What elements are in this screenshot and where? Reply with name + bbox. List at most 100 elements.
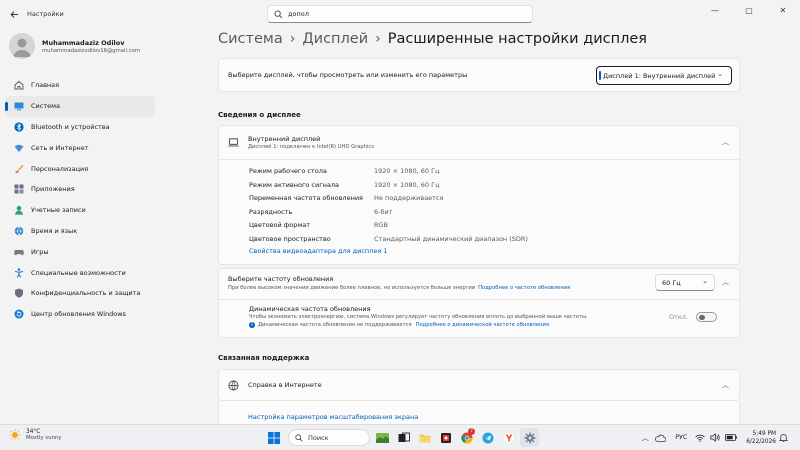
spec-value: 1920 × 1080, 60 Гц <box>374 167 440 175</box>
sidebar-item-label: Сеть и Интернет <box>31 143 89 152</box>
breadcrumb-display[interactable]: Дисплей <box>302 31 368 47</box>
back-button[interactable] <box>3 3 25 25</box>
settings-search[interactable] <box>267 5 533 23</box>
sidebar-item-network[interactable]: Сеть и Интернет <box>5 137 155 158</box>
sidebar-item-gaming[interactable]: Игры <box>5 241 155 262</box>
sidebar-item-label: Время и язык <box>31 226 78 235</box>
battery-button[interactable] <box>723 428 738 447</box>
section-title-display-info: Сведения о дисплее <box>218 111 301 119</box>
start-button[interactable] <box>264 428 283 447</box>
refresh-rate-dropdown[interactable]: 60 Гц ⌄ <box>655 274 715 291</box>
system-icon <box>14 101 24 111</box>
display-select-label: Выберите дисплей, чтобы просмотреть или … <box>228 71 468 79</box>
display-info-header[interactable]: Внутренний дисплей Дисплей 1: подключен … <box>219 126 739 160</box>
gamepad-icon <box>14 247 24 257</box>
language-indicator[interactable]: РУС <box>675 434 687 441</box>
maximize-button[interactable]: ▢ <box>732 0 766 20</box>
spec-row: Режим активного сигнала 1920 × 1080, 60 Г… <box>249 181 440 189</box>
store-icon <box>440 432 451 443</box>
sidebar-item-label: Центр обновления Windows <box>31 310 126 319</box>
spec-value: 6-бит <box>374 208 393 216</box>
telegram-icon <box>482 432 493 443</box>
sidebar-item-label: Учетные записи <box>31 206 86 215</box>
breadcrumb-system[interactable]: Система <box>218 31 283 47</box>
sidebar-item-time-language[interactable]: Время и язык <box>5 221 155 242</box>
accessibility-icon <box>14 267 24 278</box>
info-icon: i <box>249 322 255 328</box>
cloud-icon <box>654 434 666 442</box>
clock-date: 6/22/2026 <box>746 438 776 445</box>
sidebar-item-label: Игры <box>31 247 49 256</box>
display-connection: Дисплей 1: подключен к Intel(R) UHD Grap… <box>248 144 374 150</box>
weather-widget[interactable]: 34°C Mostly sunny <box>9 429 62 441</box>
sidebar-item-bluetooth[interactable]: Bluetooth и устройства <box>5 117 155 138</box>
taskbar-search[interactable]: Поиск <box>288 429 370 446</box>
dynamic-refresh-toggle[interactable] <box>696 312 717 322</box>
close-button[interactable]: ✕ <box>766 0 800 20</box>
laptop-icon <box>228 138 239 147</box>
minimize-button[interactable]: — <box>698 0 732 20</box>
taskbar-search-label: Поиск <box>308 433 329 442</box>
task-view-icon <box>398 432 410 442</box>
notifications-button[interactable] <box>776 428 790 447</box>
scaling-settings-link[interactable]: Настройка параметров масштабирования экр… <box>248 413 418 421</box>
store-button[interactable] <box>436 428 455 447</box>
battery-icon <box>724 434 737 441</box>
user-email: muhammadazizodilov16@gmail.com <box>42 47 140 54</box>
sidebar-item-personalization[interactable]: Персонализация <box>5 158 155 179</box>
user-profile[interactable]: Muhammadaziz Odilov muhammadazizodilov16… <box>9 33 140 59</box>
toggle-state-label: Откл. <box>668 313 688 321</box>
spec-key: Режим рабочего стола <box>249 167 327 175</box>
search-icon <box>295 433 303 442</box>
speaker-icon <box>710 433 720 442</box>
spec-row: Переменная частота обновления Не поддержи… <box>249 194 443 202</box>
task-view-button[interactable] <box>394 428 413 447</box>
landscape-icon <box>376 432 389 443</box>
bell-icon <box>778 434 788 442</box>
breadcrumb: Система › Дисплей › Расширенные настройк… <box>218 31 647 47</box>
help-online-card[interactable]: Справка в Интернете ︿ <box>218 369 740 401</box>
dynamic-refresh-learn-more-link[interactable]: Подробнее о динамической частоте обновле… <box>416 322 549 328</box>
refresh-rate-learn-more-link[interactable]: Подробнее о частоте обновления <box>478 285 570 291</box>
display-select-card: Выберите дисплей, чтобы просмотреть или … <box>218 58 740 92</box>
telegram-button[interactable] <box>478 428 497 447</box>
avatar <box>9 33 35 59</box>
file-explorer-button[interactable] <box>415 428 434 447</box>
brush-icon <box>14 164 24 174</box>
search-input[interactable] <box>288 10 488 18</box>
sidebar-item-apps[interactable]: Приложения <box>5 179 155 200</box>
globe-clock-icon <box>14 226 24 236</box>
person-icon <box>13 38 31 57</box>
wifi-button[interactable] <box>693 428 706 447</box>
home-icon <box>14 80 24 90</box>
show-hidden-icons-button[interactable]: ︿ <box>639 428 651 447</box>
sidebar-item-system[interactable]: Система <box>5 95 155 117</box>
spec-value: Не поддерживается <box>374 194 444 202</box>
spec-value: 1920 × 1080, 60 Гц <box>374 181 440 189</box>
arrow-left-icon <box>9 10 18 18</box>
chevron-down-icon: ⌄ <box>702 277 708 285</box>
yandex-button[interactable] <box>499 428 518 447</box>
chevron-up-icon[interactable]: ︿ <box>722 380 729 390</box>
spec-key: Переменная частота обновления <box>249 194 363 202</box>
sidebar-item-privacy[interactable]: Конфиденциальность и защита <box>5 283 155 304</box>
cloud-button[interactable] <box>653 428 667 447</box>
settings-app-button[interactable] <box>520 428 539 447</box>
adapter-properties-link[interactable]: Свойства видеоадаптера для дисплея 1 <box>249 247 387 255</box>
sidebar-item-accounts[interactable]: Учетные записи <box>5 200 155 221</box>
user-name: Muhammadaziz Odilov <box>42 38 125 47</box>
chevron-up-icon[interactable]: ︿ <box>722 277 729 287</box>
sidebar-item-accessibility[interactable]: Специальные возможности <box>5 262 155 283</box>
sidebar-item-label: Bluetooth и устройства <box>31 122 110 131</box>
chevron-up-icon[interactable]: ︿ <box>722 137 729 147</box>
network-icon <box>14 143 24 153</box>
sidebar-item-windows-update[interactable]: Центр обновления Windows <box>5 304 155 325</box>
chrome-button[interactable]: 7 <box>457 428 476 447</box>
display-dropdown[interactable]: Дисплей 1: Внутренний дисплей ⌄ <box>596 66 732 85</box>
spec-row: Цветовой формат RGB <box>249 221 388 229</box>
volume-button[interactable] <box>708 428 721 447</box>
clock[interactable]: 5:49 PM 6/22/2026 <box>746 430 776 446</box>
widgets-app-button[interactable] <box>373 428 392 447</box>
nav-list: Главная Система Bluetooth и устройства С… <box>5 75 155 325</box>
sidebar-item-home[interactable]: Главная <box>5 75 155 96</box>
